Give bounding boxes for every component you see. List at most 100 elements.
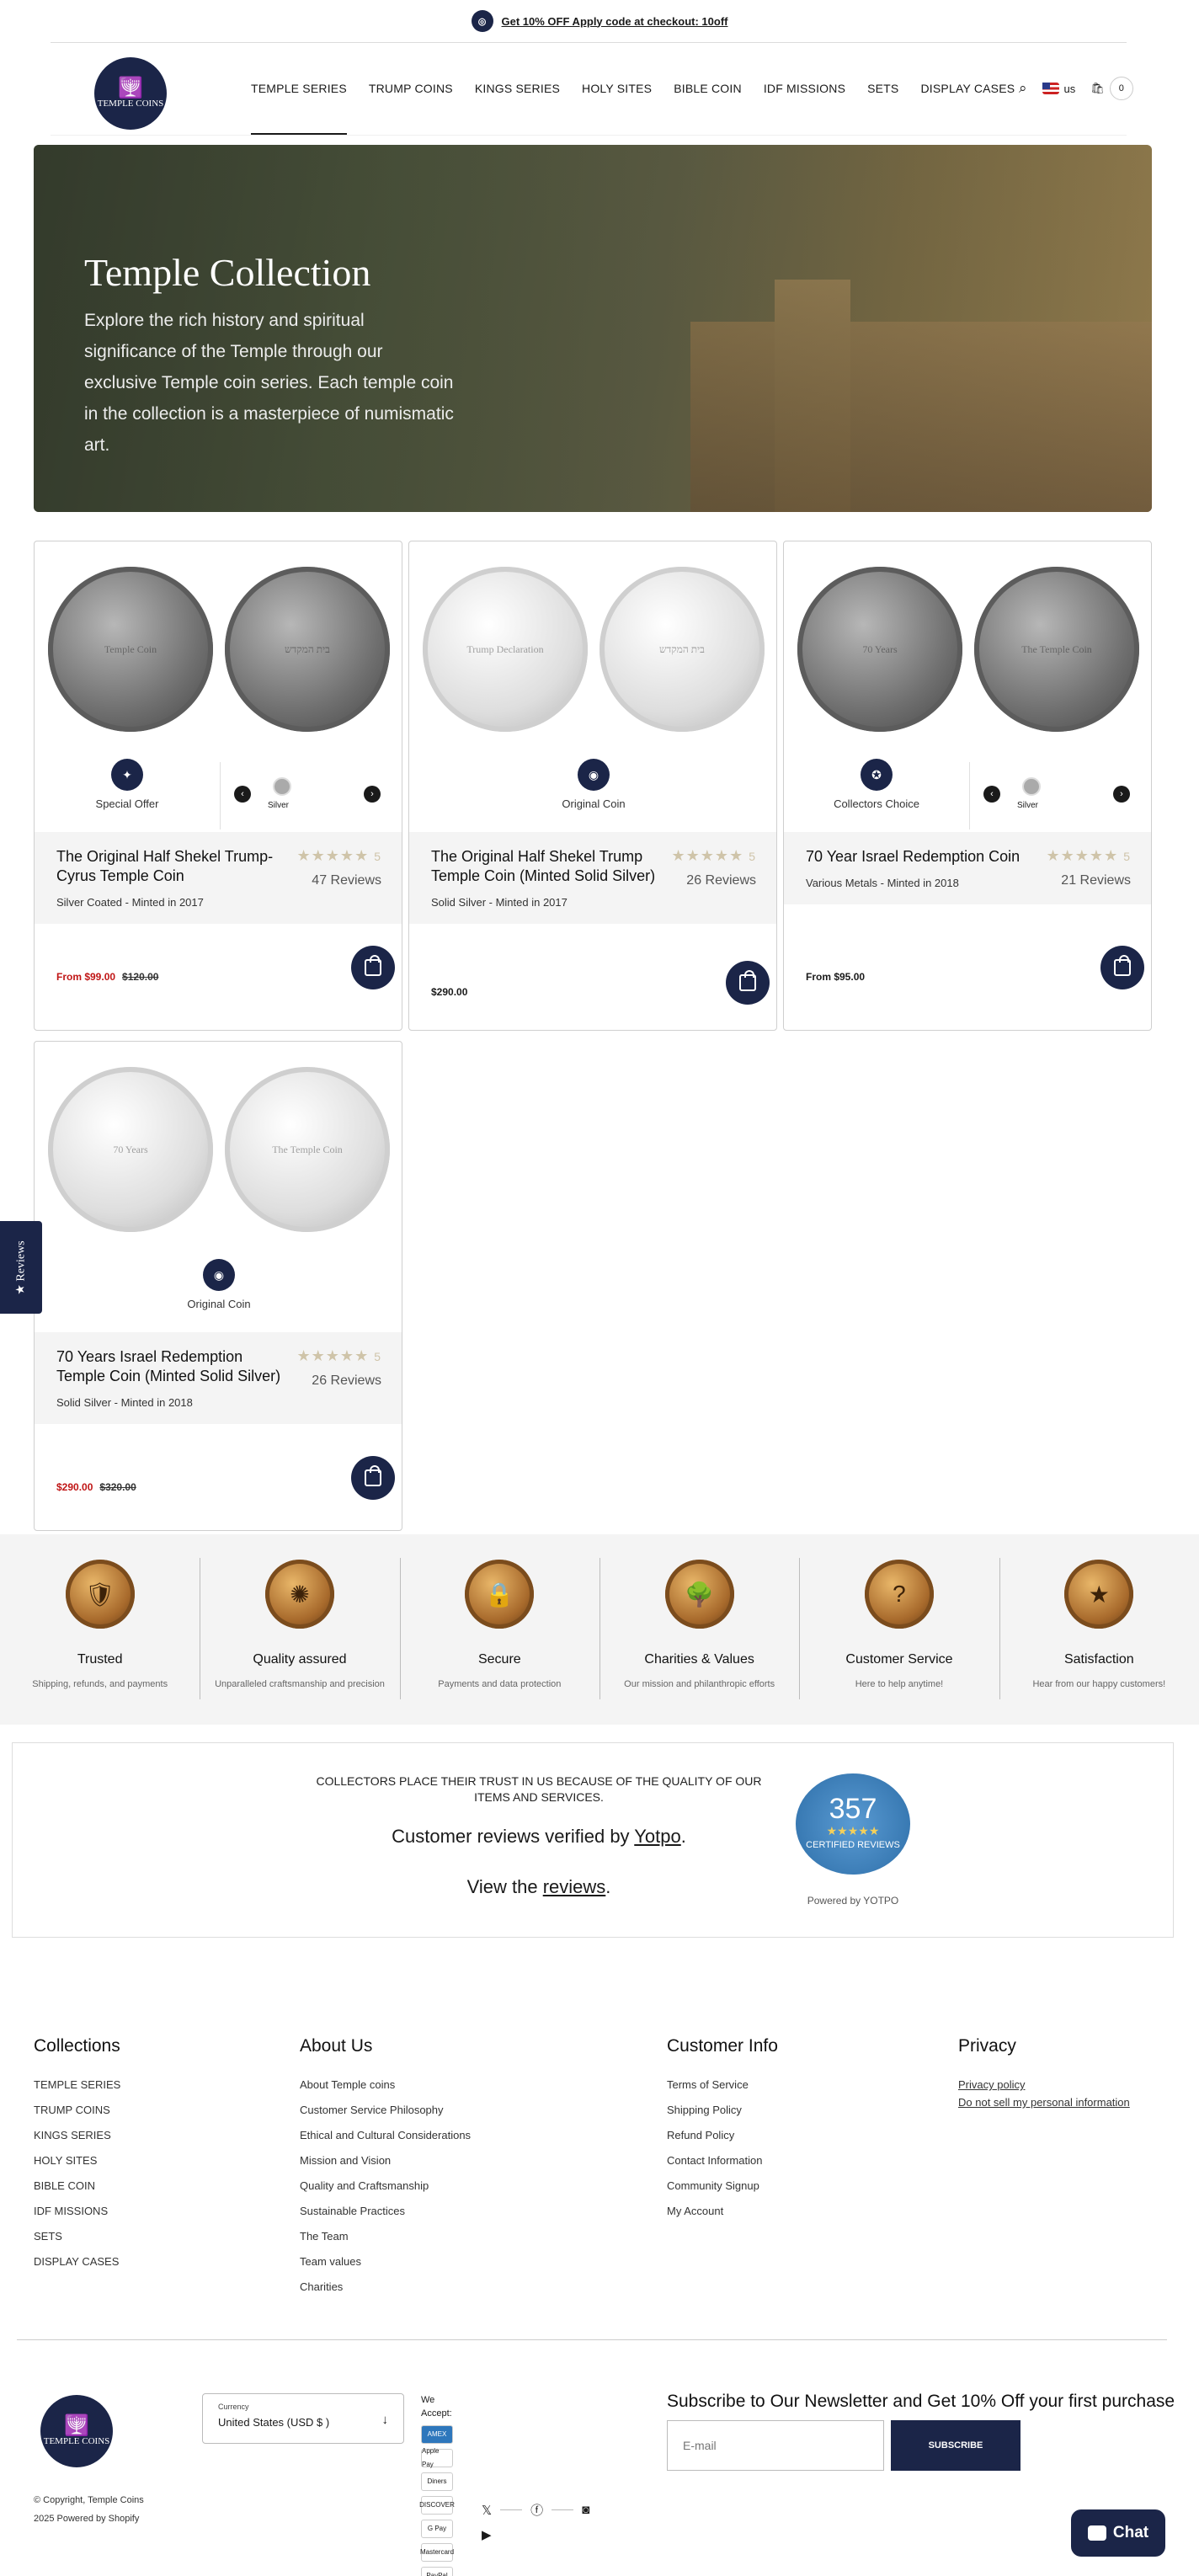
nav-item-display-cases[interactable]: DISPLAY CASES <box>920 42 1015 135</box>
swatch-silver[interactable] <box>273 777 291 796</box>
reviews-tab-label: ★ Reviews <box>14 1240 28 1295</box>
footer-link[interactable]: TEMPLE SERIES <box>34 2078 120 2091</box>
subscribe-button[interactable]: SUBSCRIBE <box>891 2420 1020 2471</box>
feature-secure[interactable]: 🔒 Secure Payments and data protection <box>399 1534 600 1725</box>
chevron-right-icon[interactable]: › <box>364 786 381 803</box>
footer-link[interactable]: Sustainable Practices <box>300 2205 471 2217</box>
currency-selector[interactable]: Currency United States (USD $ ) ↓ <box>202 2393 404 2444</box>
nav-item-temple-series[interactable]: TEMPLE SERIES <box>251 42 347 135</box>
divider <box>51 135 1127 136</box>
product-image[interactable]: Trump Declaration בית המקדש <box>409 541 776 756</box>
instagram-icon[interactable]: ◙ <box>582 2503 589 2517</box>
footer-link[interactable]: Contact Information <box>667 2154 778 2167</box>
footer-link[interactable]: Quality and Craftsmanship <box>300 2179 471 2192</box>
product-card[interactable]: Temple Coin בית המקדש ✦ Special Offer ‹ S… <box>34 541 402 1031</box>
feature-trusted[interactable]: 🛡 Trusted Shipping, refunds, and payments <box>0 1534 200 1725</box>
footer-link[interactable]: BIBLE COIN <box>34 2179 120 2192</box>
product-title[interactable]: The Original Half Shekel Trump-Cyrus Tem… <box>56 847 284 886</box>
footer-link[interactable]: Charities <box>300 2280 471 2293</box>
chevron-left-icon[interactable]: ‹ <box>234 786 251 803</box>
nav-item-sets[interactable]: SETS <box>867 42 898 135</box>
footer-link[interactable]: Community Signup <box>667 2179 778 2192</box>
footer-link[interactable]: Mission and Vision <box>300 2154 471 2167</box>
feature-text: Hear from our happy customers! <box>1032 1679 1166 1689</box>
menorah-icon: 🕎 <box>64 2415 89 2437</box>
chat-button[interactable]: Chat <box>1071 2509 1165 2557</box>
chevron-left-icon[interactable]: ‹ <box>983 786 1000 803</box>
search-icon[interactable]: ⌕ <box>1019 80 1027 97</box>
product-rating[interactable]: ★★★★★ 5 47 Reviews <box>297 847 381 888</box>
feature-charities[interactable]: 🌳 Charities & Values Our mission and phila… <box>599 1534 799 1725</box>
reviews-link[interactable]: reviews <box>543 1876 606 1897</box>
coin-reverse-image: The Temple Coin <box>974 567 1139 732</box>
product-card[interactable]: 70 Years The Temple Coin ✪ Collectors Cho… <box>783 541 1152 1031</box>
footer-link[interactable]: Customer Service Philosophy <box>300 2104 471 2116</box>
locale-label: us <box>1063 82 1076 95</box>
footer-link[interactable]: Shipping Policy <box>667 2104 778 2116</box>
product-rating[interactable]: ★★★★★ 5 21 Reviews <box>1047 847 1131 888</box>
nav-item-trump-coins[interactable]: TRUMP COINS <box>369 42 453 135</box>
sale-price: $290.00 <box>56 1481 93 1493</box>
reviews-tab[interactable]: ★ Reviews <box>0 1221 42 1314</box>
feature-quality[interactable]: ✺ Quality assured Unparalleled craftsmansh… <box>200 1534 399 1725</box>
footer-link[interactable]: KINGS SERIES <box>34 2129 120 2141</box>
certified-reviews-seal[interactable]: 357 ★★★★★ CERTIFIED REVIEWS <box>796 1773 910 1875</box>
cart-icon: 🛍 <box>1090 82 1105 94</box>
add-to-cart-button[interactable] <box>726 961 770 1005</box>
nav-item-kings-series[interactable]: KINGS SERIES <box>475 42 560 135</box>
shopping-bag-icon <box>365 1465 381 1486</box>
add-to-cart-button[interactable] <box>1100 946 1144 989</box>
add-to-cart-button[interactable] <box>351 946 395 989</box>
footer-link[interactable]: IDF MISSIONS <box>34 2205 120 2217</box>
footer-link[interactable]: Terms of Service <box>667 2078 778 2091</box>
cart-button[interactable]: 🛍 0 <box>1090 77 1133 100</box>
locale-selector[interactable]: us <box>1042 82 1076 95</box>
product-image[interactable]: 70 Years The Temple Coin <box>35 1042 402 1256</box>
yotpo-link[interactable]: Yotpo <box>634 1826 680 1847</box>
x-icon[interactable]: 𝕏 <box>482 2503 492 2518</box>
product-card[interactable]: 70 Years The Temple Coin ◉ Original Coin … <box>34 1041 402 1531</box>
copyright: © Copyright, Temple Coins 2025 Powered b… <box>34 2491 144 2528</box>
footer-link[interactable]: HOLY SITES <box>34 2154 120 2167</box>
badge-label: Special Offer <box>95 797 159 810</box>
footer-logo[interactable]: 🕎 TEMPLE COINS <box>40 2395 113 2467</box>
product-image[interactable]: 70 Years The Temple Coin <box>784 541 1151 756</box>
product-rating[interactable]: ★★★★★ 5 26 Reviews <box>297 1347 381 1389</box>
nav-item-idf-missions[interactable]: IDF MISSIONS <box>764 42 845 135</box>
feature-satisfaction[interactable]: ★ Satisfaction Hear from our happy custome… <box>999 1534 1199 1725</box>
nav-item-bible-coin[interactable]: BIBLE COIN <box>674 42 742 135</box>
footer-link[interactable]: DISPLAY CASES <box>34 2255 120 2268</box>
do-not-sell-link[interactable]: Do not sell my personal information <box>958 2096 1130 2109</box>
shopping-bag-icon <box>365 955 381 976</box>
footer-link[interactable]: Team values <box>300 2255 471 2268</box>
facebook-icon[interactable]: ⓕ <box>530 2501 543 2519</box>
product-card[interactable]: Trump Declaration בית המקדש ◉ Original Co… <box>408 541 777 1031</box>
product-title[interactable]: 70 Years Israel Redemption Temple Coin (… <box>56 1347 284 1386</box>
footer-link[interactable]: Refund Policy <box>667 2129 778 2141</box>
footer-link[interactable]: About Temple coins <box>300 2078 471 2091</box>
product-image[interactable]: Temple Coin בית המקדש <box>35 541 402 756</box>
footer-link[interactable]: The Team <box>300 2230 471 2243</box>
badge-label: Original Coin <box>562 797 626 810</box>
divider <box>500 2509 523 2510</box>
feature-title: Satisfaction <box>1063 1652 1134 1667</box>
nav-item-holy-sites[interactable]: HOLY SITES <box>582 42 652 135</box>
footer-link[interactable]: My Account <box>667 2205 778 2217</box>
email-input[interactable] <box>667 2420 884 2471</box>
site-logo[interactable]: 🕎 TEMPLE COINS <box>94 57 167 130</box>
product-subtitle: Silver Coated - Minted in 2017 <box>56 896 204 909</box>
footer-link[interactable]: SETS <box>34 2230 120 2243</box>
youtube-icon[interactable]: ▶ <box>482 2527 492 2542</box>
chevron-right-icon[interactable]: › <box>1113 786 1130 803</box>
footer-link[interactable]: Ethical and Cultural Considerations <box>300 2129 471 2141</box>
product-title[interactable]: The Original Half Shekel Trump Temple Co… <box>431 847 658 886</box>
tree-icon: 🌳 <box>664 1560 734 1629</box>
footer-link[interactable]: TRUMP COINS <box>34 2104 120 2116</box>
announcement-text[interactable]: Get 10% OFF Apply code at checkout: 10of… <box>502 15 728 28</box>
product-title[interactable]: 70 Year Israel Redemption Coin <box>806 847 1033 867</box>
swatch-silver[interactable] <box>1022 777 1041 796</box>
privacy-policy-link[interactable]: Privacy policy <box>958 2078 1130 2091</box>
feature-service[interactable]: ? Customer Service Here to help anytime! <box>799 1534 999 1725</box>
add-to-cart-button[interactable] <box>351 1456 395 1500</box>
product-rating[interactable]: ★★★★★ 5 26 Reviews <box>672 847 756 888</box>
